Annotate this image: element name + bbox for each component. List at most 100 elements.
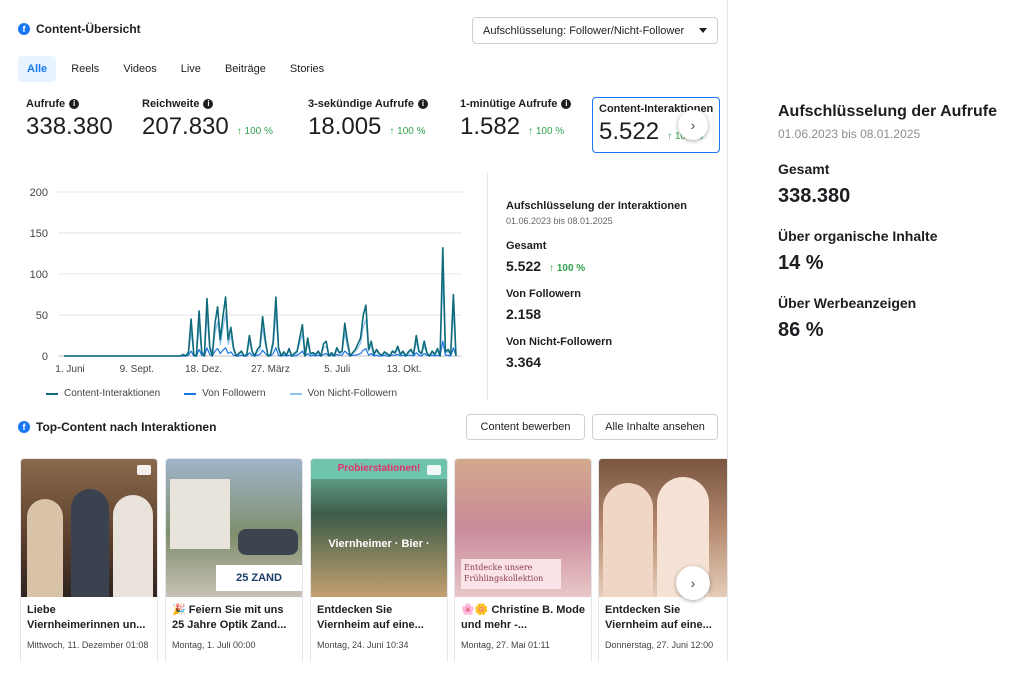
y-tick-label: 100 bbox=[30, 269, 48, 281]
caret-down-icon bbox=[699, 28, 707, 33]
content-card-date: Montag, 27. Mai 01:11 bbox=[461, 640, 550, 650]
metric-3s-aufrufe[interactable]: 3-sekündige Aufrufe i 18.005 ↑ 100 % bbox=[308, 98, 428, 141]
info-icon[interactable]: i bbox=[417, 99, 428, 109]
x-tick-label: 9. Sept. bbox=[120, 364, 154, 375]
metric-value-wrap: 207.830 ↑ 100 % bbox=[142, 113, 273, 141]
metric-label: Aufrufe bbox=[26, 98, 66, 110]
y-tick-label: 200 bbox=[30, 187, 48, 199]
legend-item[interactable]: Von Nicht-Followern bbox=[289, 388, 398, 399]
tab-reels[interactable]: Reels bbox=[62, 56, 108, 82]
metric-value: 338.380 bbox=[26, 113, 113, 140]
metric-label-wrap: 1-minütige Aufrufe i bbox=[460, 98, 572, 110]
series-line-0 bbox=[64, 247, 457, 357]
metric-value-wrap: 18.005 ↑ 100 % bbox=[308, 113, 428, 141]
metric-label-wrap: 3-sekündige Aufrufe i bbox=[308, 98, 428, 110]
y-tick-label: 50 bbox=[36, 310, 48, 322]
tab-live[interactable]: Live bbox=[172, 56, 210, 82]
top-content-title: Top-Content nach Interaktionen bbox=[36, 420, 217, 434]
nonfollowers-value: 3.364 bbox=[506, 354, 542, 370]
content-card[interactable]: Entdecke unsere Frühlingskollektion 🌸🌼 C… bbox=[454, 458, 592, 662]
legend-label: Von Nicht-Followern bbox=[307, 388, 398, 399]
legend-swatch bbox=[289, 392, 302, 395]
facebook-icon: f bbox=[18, 421, 30, 433]
metric-label-wrap: Reichweite i bbox=[142, 98, 273, 110]
y-tick-label: 0 bbox=[42, 351, 48, 363]
top-content-header: f Top-Content nach Interaktionen bbox=[18, 420, 216, 434]
chevron-right-icon: › bbox=[690, 575, 696, 591]
metric-1min-aufrufe[interactable]: 1-minütige Aufrufe i 1.582 ↑ 100 % bbox=[460, 98, 572, 141]
content-card[interactable]: 25 ZAND 🎉 Feiern Sie mit uns 25 Jahre Op… bbox=[165, 458, 303, 662]
metric-trend: ↑ 100 % bbox=[389, 126, 426, 137]
content-card-title: 🎉 Feiern Sie mit uns 25 Jahre Optik Zand… bbox=[172, 604, 287, 631]
content-card-title: Entdecken Sie Viernheim auf eine... bbox=[605, 604, 712, 631]
followers-value: 2.158 bbox=[506, 306, 542, 322]
x-tick-label: 5. Juli bbox=[324, 364, 350, 375]
views-total-value: 338.380 bbox=[778, 185, 851, 207]
content-type-tabs: Alle Reels Videos Live Beiträge Stories bbox=[18, 56, 333, 82]
info-icon[interactable]: i bbox=[203, 99, 214, 109]
metric-value-wrap: 1.582 ↑ 100 % bbox=[460, 113, 571, 141]
divider bbox=[487, 172, 488, 400]
metric-label-wrap: Aufrufe i bbox=[26, 98, 113, 110]
metric-value: 18.005 bbox=[308, 113, 382, 140]
tab-videos[interactable]: Videos bbox=[114, 56, 165, 82]
content-card-title: Entdecken Sie Viernheim auf eine... bbox=[317, 604, 424, 631]
content-card-title: 🌸🌼 Christine B. Mode und mehr -... bbox=[461, 604, 585, 631]
total-value: 5.522 bbox=[506, 258, 542, 274]
total-value-wrap: 5.522 ↑ 100 % bbox=[506, 258, 716, 274]
thumbnail-text: 25 ZAND bbox=[216, 565, 302, 591]
view-all-content-button[interactable]: Alle Inhalte ansehen bbox=[592, 414, 718, 440]
content-card[interactable]: Liebe Viernheimerinnen un... Mittwoch, 1… bbox=[20, 458, 158, 662]
legend-label: Von Followern bbox=[202, 388, 266, 399]
metrics-next-button[interactable]: › bbox=[678, 110, 708, 140]
tab-alle[interactable]: Alle bbox=[18, 56, 57, 82]
video-badge-icon bbox=[137, 465, 151, 475]
content-thumbnail bbox=[21, 459, 157, 597]
content-card-date: Montag, 24. Juni 10:34 bbox=[317, 640, 409, 650]
metric-trend: ↑ 100 % bbox=[236, 126, 273, 137]
breakdown-dropdown[interactable]: Aufschlüsselung: Follower/Nicht-Follower bbox=[472, 17, 718, 44]
content-card-date: Donnerstag, 27. Juni 12:00 bbox=[605, 640, 714, 650]
tab-stories[interactable]: Stories bbox=[281, 56, 333, 82]
content-overview-panel: f Content-Übersicht Aufschlüsselung: Fol… bbox=[0, 0, 728, 662]
thumbnail-text: Entdecke unsere Frühlingskollektion bbox=[461, 559, 561, 589]
metric-label: 3-sekündige Aufrufe bbox=[308, 98, 414, 110]
thumbnail-text: Viernheimer · Bier · bbox=[328, 538, 430, 550]
tab-beitraege[interactable]: Beiträge bbox=[216, 56, 275, 82]
nonfollowers-label: Von Nicht-Followern bbox=[506, 336, 613, 348]
legend-item[interactable]: Content-Interaktionen bbox=[46, 388, 160, 399]
facebook-icon: f bbox=[18, 23, 30, 35]
metric-aufrufe[interactable]: Aufrufe i 338.380 bbox=[26, 98, 113, 141]
organic-label: Über organische Inhalte bbox=[778, 228, 938, 244]
total-label: Gesamt bbox=[506, 240, 547, 252]
x-tick-label: 27. März bbox=[251, 364, 290, 375]
content-card[interactable]: Entdecken Sie Viernheim auf eine... Donn… bbox=[598, 458, 727, 662]
chevron-right-icon: › bbox=[690, 117, 696, 133]
metric-value: 5.522 bbox=[599, 118, 660, 145]
legend-label: Content-Interaktionen bbox=[64, 388, 161, 399]
video-badge-icon bbox=[427, 465, 441, 475]
dropdown-value: Aufschlüsselung: Follower/Nicht-Follower bbox=[483, 24, 685, 37]
info-icon[interactable]: i bbox=[561, 99, 572, 109]
legend-swatch bbox=[46, 392, 58, 395]
info-icon[interactable]: i bbox=[69, 99, 80, 109]
overview-header: f Content-Übersicht bbox=[18, 22, 141, 36]
overview-title: Content-Übersicht bbox=[36, 22, 141, 36]
legend-item[interactable]: Von Followern bbox=[184, 388, 266, 399]
x-tick-label: 13. Okt. bbox=[386, 364, 421, 375]
interaction-breakdown-title: Aufschlüsselung der Interaktionen bbox=[506, 200, 687, 212]
views-date-range: 01.06.2023 bis 08.01.2025 bbox=[778, 127, 921, 141]
content-card-date: Mittwoch, 11. Dezember 01:08 bbox=[27, 640, 149, 650]
y-tick-label: 150 bbox=[30, 228, 48, 240]
organic-value: 14 % bbox=[778, 252, 824, 274]
content-card[interactable]: Probierstationen! Viernheimer · Bier · E… bbox=[310, 458, 448, 662]
interaction-breakdown: Aufschlüsselung der Interaktionen 01.06.… bbox=[506, 200, 716, 370]
metric-value: 1.582 bbox=[460, 113, 521, 140]
content-thumbnail: Probierstationen! Viernheimer · Bier · bbox=[311, 459, 447, 597]
content-card-date: Montag, 1. Juli 00:00 bbox=[172, 640, 256, 650]
cards-next-button[interactable]: › bbox=[676, 566, 710, 600]
promote-content-button[interactable]: Content bewerben bbox=[466, 414, 585, 440]
metrics-row: Aufrufe i 338.380 Reichweite i 207.830 ↑ 10… bbox=[20, 97, 720, 154]
metric-reichweite[interactable]: Reichweite i 207.830 ↑ 100 % bbox=[142, 98, 273, 141]
x-tick-label: 18. Dez. bbox=[185, 364, 222, 375]
